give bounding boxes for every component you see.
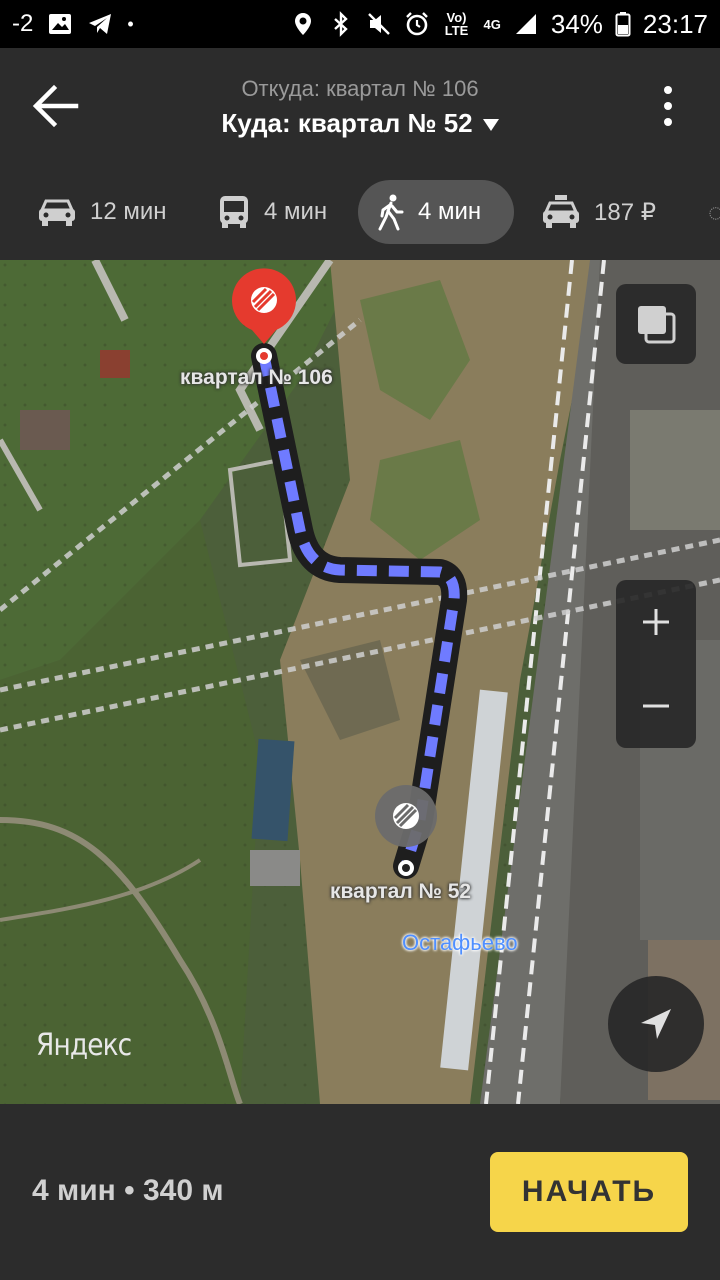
layers-button[interactable]	[616, 284, 696, 364]
route-summary: 4 мин • 340 м	[32, 1174, 224, 1207]
route-header: Откуда: квартал № 106 Куда: квартал № 52…	[0, 48, 720, 260]
route-to[interactable]: Куда: квартал № 52	[0, 108, 720, 139]
end-point-label: квартал № 52	[330, 880, 472, 903]
zoom-out-button[interactable]	[616, 664, 696, 748]
gallery-icon	[47, 11, 73, 37]
satellite-map	[0, 260, 720, 1104]
telegram-icon	[87, 11, 113, 37]
mode-car[interactable]: 12 мин	[18, 180, 185, 244]
minus-icon	[643, 704, 669, 708]
layers-icon	[638, 306, 676, 344]
yandex-watermark: Яндекс	[36, 1028, 132, 1063]
mode-more-partial-icon: ◌	[708, 196, 720, 227]
battery-icon	[615, 11, 631, 37]
alarm-icon	[404, 11, 430, 37]
location-icon	[290, 11, 316, 37]
map-view[interactable]: квартал № 106 квартал № 52 Остафьево Янд…	[0, 260, 720, 1104]
route-from[interactable]: Откуда: квартал № 106	[0, 76, 720, 102]
volte-label: Vo) LTE	[444, 10, 469, 38]
mode-taxi[interactable]: 187 ₽	[522, 180, 674, 244]
network-label: 4G	[483, 16, 501, 32]
car-icon	[39, 199, 75, 226]
zoom-controls	[616, 580, 696, 748]
plus-icon	[643, 609, 669, 635]
signal-icon	[513, 11, 539, 37]
bus-icon	[220, 196, 248, 228]
mode-walk-label: 4 мин	[418, 198, 482, 225]
mode-taxi-label: 187 ₽	[594, 198, 656, 226]
mode-walk[interactable]: 4 мин	[358, 180, 514, 244]
mode-bus[interactable]: 4 мин	[198, 180, 345, 244]
navigation-arrow-icon	[641, 1009, 671, 1039]
taxi-icon	[543, 195, 579, 228]
route-to-label: Куда: квартал № 52	[221, 108, 473, 138]
start-point-label: квартал № 106	[180, 366, 333, 389]
dot-icon: •	[127, 13, 134, 34]
chevron-down-icon	[482, 119, 499, 132]
mode-car-label: 12 мин	[90, 198, 167, 225]
more-button[interactable]	[656, 82, 680, 130]
mode-bus-label: 4 мин	[264, 198, 328, 225]
my-location-button[interactable]	[608, 976, 704, 1072]
battery-percent: 34%	[550, 8, 603, 39]
station-label[interactable]: Остафьево	[402, 930, 518, 956]
route-summary-panel: 4 мин • 340 м НАЧАТЬ	[0, 1104, 720, 1280]
bluetooth-icon	[328, 11, 354, 37]
start-button[interactable]: НАЧАТЬ	[490, 1152, 688, 1232]
more-vert-icon	[664, 86, 672, 126]
walk-icon	[378, 194, 404, 231]
status-left-text: -2	[12, 10, 34, 37]
clock: 23:17	[642, 8, 708, 39]
status-bar: -2 • Vo) LTE 4G 34% 23:17	[0, 0, 720, 48]
zoom-in-button[interactable]	[616, 580, 696, 664]
mode-more-partial[interactable]: ◌	[690, 180, 720, 244]
transport-modes: 12 мин 4 мин 4 мин 187 ₽ ◌	[0, 180, 720, 246]
mute-icon	[366, 11, 392, 37]
